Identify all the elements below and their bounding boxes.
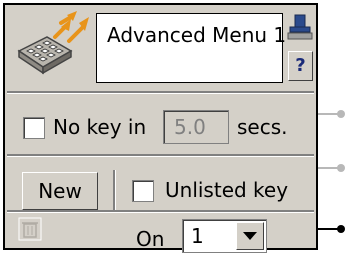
chevron-down-icon[interactable] [236,222,264,250]
trash-icon[interactable] [18,217,42,241]
seconds-unit-label: secs. [237,115,288,139]
menu-title-field[interactable]: Advanced Menu 1 [96,13,286,83]
pin-icon[interactable] [287,13,313,41]
help-button[interactable]: ? [288,51,313,81]
advanced-menu-node: Advanced Menu 1 ? No key in 5.0 secs. Ne… [3,3,318,253]
on-output-port[interactable] [337,225,345,233]
on-select[interactable]: 1 [182,219,267,253]
menu-node-icon [13,11,93,83]
new-key-button[interactable]: New [22,172,98,210]
on-label: On [136,227,165,251]
on-select-value: 1 [191,224,204,248]
no-key-checkbox[interactable] [23,117,45,139]
unlisted-key-checkbox[interactable] [132,180,154,202]
unlisted-output-port[interactable] [337,164,345,172]
separator [7,210,314,213]
no-key-label: No key in [53,115,147,139]
toolbar-divider [113,170,116,212]
separator [7,154,314,157]
unlisted-key-label: Unlisted key [165,178,289,202]
separator [7,91,314,94]
timeout-output-port[interactable] [337,110,345,118]
timeout-seconds-field[interactable]: 5.0 [163,110,229,144]
